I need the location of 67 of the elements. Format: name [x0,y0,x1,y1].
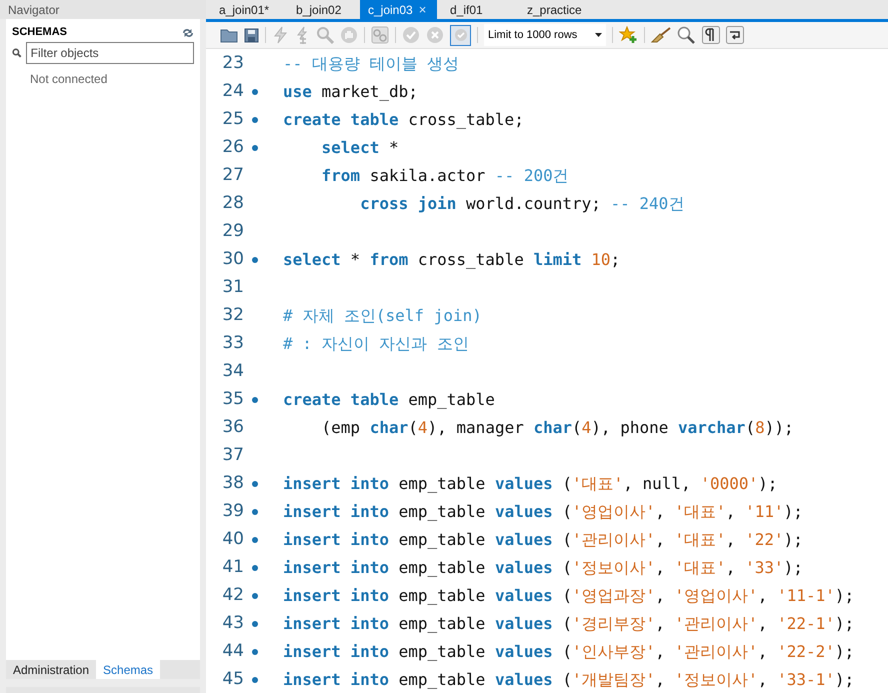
panel-tab[interactable]: Schemas [96,660,160,679]
autocommit-toggle[interactable] [450,24,471,46]
check-icon [452,27,468,43]
search-icon [12,48,22,58]
line-number: 32 [221,304,244,328]
code-line: (emp char(4), manager char(4), phone varchar(8)); [320,417,794,439]
folder-icon[interactable] [220,28,238,42]
code-line: # : 자신이 자신과 조인 [283,333,469,355]
code-line: create table cross_table; [283,109,524,131]
line-number: 25 [221,108,244,132]
line-number: 41 [221,556,244,580]
line-number: 24 [221,80,244,104]
code-line: insert into emp_table values ('인사부장', '관리이사', '22-2'); [283,641,854,663]
line-number: 45 [221,668,244,692]
filter-field[interactable]: Filter objects [26,42,194,64]
line-number: 44 [221,640,244,664]
line-number: 30 [221,248,244,272]
code-line: use market_db; [283,81,418,103]
code-line: -- 대용량 테이블 생성 [283,53,460,75]
code-line: insert into emp_table values ('경리부장', '관리이사', '22-1'); [283,613,854,635]
line-number: 34 [221,360,244,384]
line-number: 23 [221,52,244,76]
editor-tab[interactable]: z_practice [514,0,591,19]
caret-icon [595,33,602,37]
editor-tab[interactable]: b_join02 [283,0,360,19]
line-number: 36 [221,416,244,440]
line-number: 38 [221,472,244,496]
panel-title: Navigator [8,2,60,18]
section-title: SCHEMAS [12,25,68,40]
code-line: insert into emp_table values ('관리이사', '대표', '22'); [283,529,803,551]
code-line: insert into emp_table values ('대표', null, '0000'); [283,473,778,495]
save-icon[interactable] [244,28,259,42]
toggle-icon[interactable] [371,26,389,44]
editor-tab[interactable]: d_if01 [437,0,514,19]
line-number: 31 [221,276,244,300]
code-line: insert into emp_table values ('개발팀장', '정보이사', '33-1'); [283,669,854,691]
line-number: 35 [221,388,244,412]
code-line: cross join world.country; -- 240건 [359,193,684,215]
line-number: 33 [221,332,244,356]
refresh-icon[interactable] [182,28,194,38]
find-icon[interactable] [677,26,696,44]
code-line: insert into emp_table values ('영업이사', '대표', '11'); [283,501,803,523]
line-number: 42 [221,584,244,608]
line-number: 28 [221,192,244,216]
line-number: 27 [221,164,244,188]
limit-dropdown[interactable]: Limit to 1000 rows [484,24,606,46]
line-number: 39 [221,500,244,524]
code-line: create table emp_table [283,389,495,411]
code-line: from sakila.actor -- 200건 [320,165,569,187]
code-line: # 자체 조인(self join) [283,305,482,327]
status-text: Not connected [30,71,108,88]
code-line: select * [320,137,399,159]
line-number: 29 [221,220,244,244]
check-icon[interactable] [402,26,420,44]
editor-tab[interactable]: c_join03 × [360,0,437,19]
line-number: 26 [221,136,244,160]
line-number: 40 [221,528,244,552]
editor-tab[interactable]: a_join01* [206,0,283,19]
paragraph-icon[interactable] [702,26,720,44]
code-line: insert into emp_table values ('영업과장', '영업이사', '11-1'); [283,585,854,607]
wrap-icon[interactable] [726,26,744,44]
line-number: 37 [221,444,244,468]
code-line: insert into emp_table values ('정보이사', '대표', '33'); [283,557,803,579]
code-line: select * from cross_table limit 10; [283,249,620,271]
line-number: 43 [221,612,244,636]
broom-icon[interactable] [651,27,671,43]
star-add-icon[interactable] [619,26,638,44]
